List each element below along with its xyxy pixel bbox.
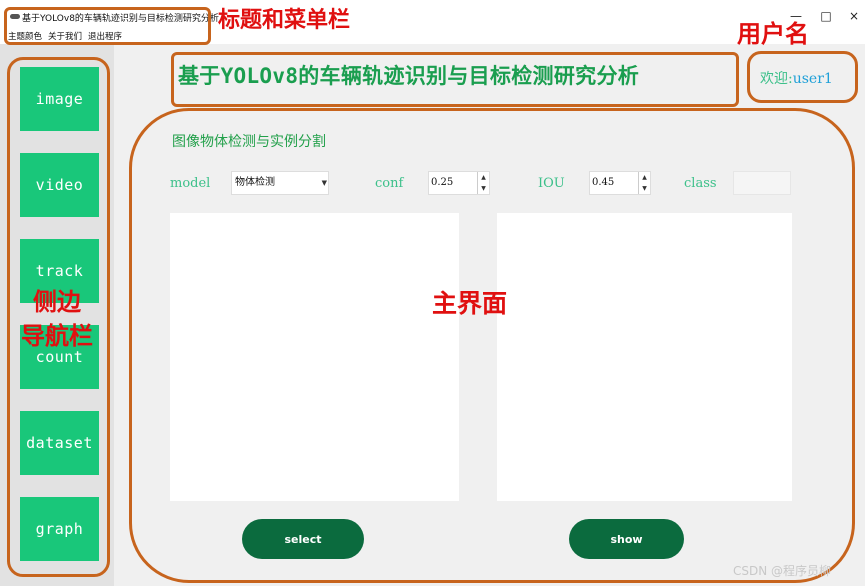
close-icon[interactable]: ×	[846, 8, 862, 24]
annotation-box-main	[129, 108, 855, 583]
annotation-title-menu: 标题和菜单栏	[218, 8, 351, 33]
annotation-box-username	[747, 51, 858, 103]
annotation-box-title-menu	[4, 7, 211, 45]
annotation-sidebar-line2: 导航栏	[21, 322, 93, 350]
annotation-sidebar-line1: 侧边	[33, 288, 81, 316]
annotation-username: 用户名	[737, 20, 809, 48]
maximize-icon[interactable]: □	[818, 8, 834, 24]
watermark: CSDN @程序员柳	[733, 564, 832, 578]
annotation-box-title	[171, 52, 739, 107]
annotation-main: 主界面	[432, 289, 508, 318]
